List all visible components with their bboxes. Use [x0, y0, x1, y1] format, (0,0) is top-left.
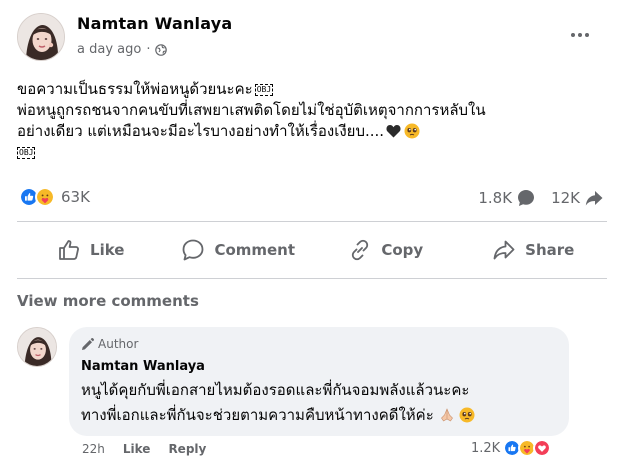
thumbs-up-icon: [59, 240, 79, 260]
black-heart-icon: [386, 125, 401, 138]
post-text-line: อย่างเดียว แต่เหมือนจะมีอะไรบางอย่างทำให…: [17, 121, 607, 142]
comment-footer: 22h Like Reply: [82, 442, 206, 456]
share-count: 12K: [551, 189, 580, 207]
comment-button[interactable]: Comment: [165, 230, 313, 270]
post-timestamp[interactable]: a day ago: [77, 42, 141, 57]
divider: [17, 278, 607, 279]
post-text-line: OBJ: [17, 142, 607, 163]
reaction-summary[interactable]: 63K: [19, 187, 90, 207]
copy-label: Copy: [381, 241, 424, 259]
view-more-comments-link[interactable]: View more comments: [17, 292, 199, 310]
post-stats: 1.8K 12K: [478, 189, 603, 207]
comment-text-line: หนูได้คุยกับพี่เอกสายไหมต้องรอดและพี่กัน…: [81, 381, 470, 399]
reaction-count[interactable]: 63K: [61, 188, 90, 206]
comment-reaction-count: 1.2K: [471, 440, 501, 456]
link-icon: [352, 239, 369, 261]
comment-label: Comment: [214, 241, 296, 259]
folded-hands-icon: [440, 408, 453, 422]
comment-count: 1.8K: [478, 189, 513, 207]
post-text-line: ขอความเป็นธรรมให้พ่อหนูด้วยนะคะ OBJ: [17, 80, 274, 98]
share-arrow-icon: [585, 191, 603, 206]
author-badge: Author: [81, 337, 138, 351]
like-label: Like: [90, 241, 125, 259]
post-text-line: พ่อหนูถูกรถชนจากคนขับที่เสพยาเสพติดโดยไม…: [17, 101, 486, 119]
post-meta: a day ago ·: [77, 42, 168, 57]
pleading-face-icon: [459, 407, 475, 423]
like-button[interactable]: Like: [17, 230, 165, 270]
post-action-bar: Like Comment Copy Share: [17, 230, 607, 270]
divider: [17, 221, 607, 222]
pen-icon: [82, 337, 94, 350]
share-label: Share: [525, 241, 575, 259]
post-author-name[interactable]: Namtan Wanlaya: [77, 14, 232, 33]
comment-timestamp[interactable]: 22h: [82, 442, 105, 456]
globe-icon[interactable]: [155, 43, 168, 56]
comment-text-line: ทางพี่เอกและพี่กันจะช่วยตามความคืบหน้าทา…: [81, 403, 475, 428]
obj-icon: OBJ: [17, 147, 36, 159]
comment-icon: [183, 239, 204, 261]
share-icon: [493, 240, 515, 260]
copy-button[interactable]: Copy: [312, 230, 460, 270]
comment-bubble-icon: [518, 190, 535, 206]
post-text: ขอความเป็นธรรมให้พ่อหนูด้วยนะคะ OBJ พ่อหน…: [17, 79, 607, 163]
pleading-face-icon: [404, 123, 420, 139]
comment-count-stat[interactable]: 1.8K: [478, 189, 535, 207]
care-reaction-icon: [35, 187, 55, 207]
commenter-avatar[interactable]: [17, 327, 57, 367]
comment-author-name[interactable]: Namtan Wanlaya: [81, 359, 205, 374]
obj-icon: OBJ: [254, 84, 274, 96]
share-count-stat[interactable]: 12K: [551, 189, 603, 207]
ellipsis-icon[interactable]: [567, 26, 593, 44]
love-reaction-icon: [533, 439, 552, 457]
share-button[interactable]: Share: [460, 230, 608, 270]
comment-reaction-summary[interactable]: 1.2K: [471, 439, 552, 457]
comment-like-button[interactable]: Like: [123, 442, 151, 456]
comment-bubble: Author Namtan Wanlaya หนูได้คุยกับพี่เอก…: [69, 327, 569, 436]
meta-separator: ·: [146, 42, 151, 57]
facebook-post: Namtan Wanlaya a day ago · ขอความเป็นธรร…: [0, 0, 621, 473]
author-avatar[interactable]: [17, 13, 65, 61]
comment-text: หนูได้คุยกับพี่เอกสายไหมต้องรอดและพี่กัน…: [81, 378, 475, 428]
comment-reply-button[interactable]: Reply: [168, 442, 206, 456]
author-badge-label: Author: [98, 337, 139, 351]
